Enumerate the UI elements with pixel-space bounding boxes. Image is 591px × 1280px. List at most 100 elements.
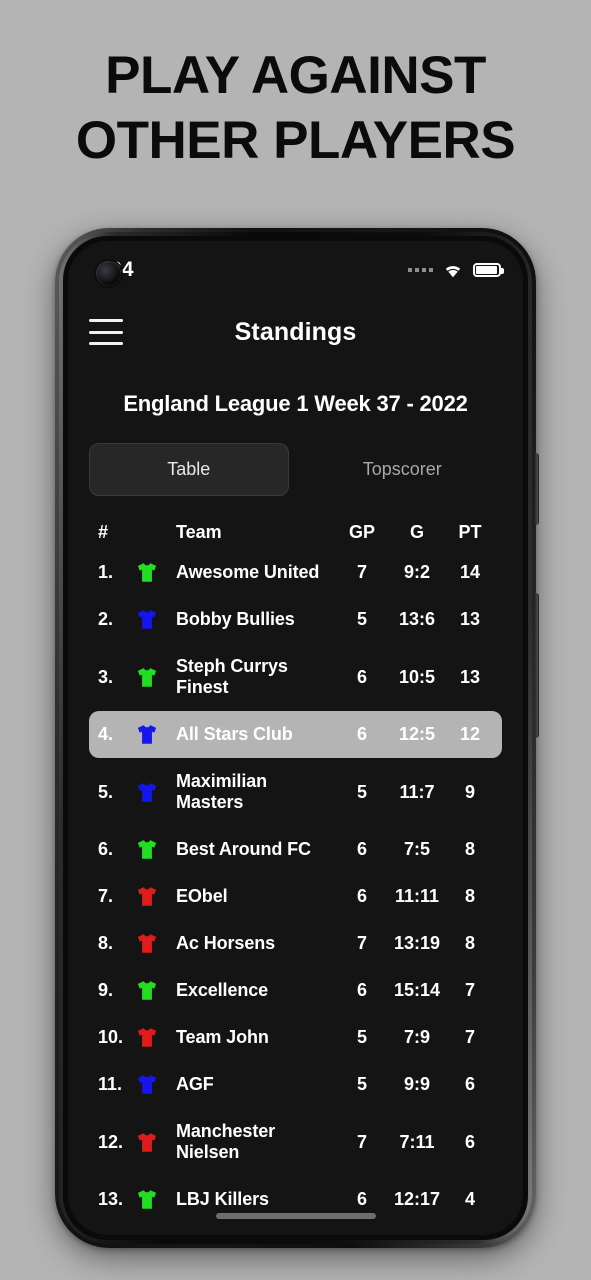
volume-button[interactable] [535, 453, 539, 525]
table-row[interactable]: 12. Manchester Nielsen 7 7:11 6 [89, 1108, 502, 1176]
phone-screen: .34 Standings England League 1 Week 3 [68, 241, 523, 1235]
promo-headline: PLAY AGAINST OTHER PLAYERS [0, 44, 591, 173]
row-goals: 11:11 [394, 886, 440, 906]
phone-device-frame: .34 Standings England League 1 Week 3 [55, 228, 539, 1248]
row-team-name: Steph Currys Finest [176, 656, 288, 697]
league-title: England League 1 Week 37 - 2022 [123, 391, 468, 416]
row-games-played: 5 [356, 609, 367, 629]
row-goals: 13:19 [393, 933, 441, 953]
row-games-played: 6 [356, 839, 367, 859]
header-rank: # [98, 522, 109, 542]
table-row[interactable]: 4. All Stars Club 6 12:5 12 [89, 711, 502, 758]
header-team: Team [176, 522, 222, 542]
app-nav-bar: Standings [68, 299, 523, 365]
row-goals: 7:5 [403, 839, 430, 859]
row-points: 13 [459, 609, 481, 629]
row-rank: 8. [98, 933, 114, 953]
table-row[interactable]: 9. Excellence 6 15:14 7 [89, 967, 502, 1014]
row-points: 6 [464, 1131, 475, 1152]
row-rank: 6. [98, 839, 114, 859]
row-rank: 9. [98, 980, 114, 1000]
row-points: 8 [464, 839, 475, 859]
row-goals: 11:7 [399, 781, 435, 802]
page-title: Standings [234, 317, 357, 346]
tab-table[interactable]: Table [89, 443, 289, 496]
row-points: 12 [459, 724, 481, 744]
row-team-name: Manchester Nielsen [176, 1121, 276, 1162]
row-team-name: Best Around FC [176, 839, 311, 859]
power-button[interactable] [535, 593, 539, 738]
row-games-played: 5 [356, 1074, 367, 1094]
jersey-icon [136, 886, 170, 907]
home-indicator[interactable] [215, 1213, 376, 1219]
row-team-name: Awesome United [176, 562, 320, 582]
table-row[interactable]: 5. Maximilian Masters 5 11:7 9 [89, 758, 502, 826]
row-team-name: Bobby Bullies [176, 609, 295, 629]
jersey-icon [136, 562, 170, 583]
row-goals: 12:17 [393, 1189, 441, 1209]
table-row[interactable]: 3. Steph Currys Finest 6 10:5 13 [89, 643, 502, 711]
table-row[interactable]: 1. Awesome United 7 9:2 14 [89, 549, 502, 596]
row-games-played: 5 [356, 781, 367, 802]
row-team-name: LBJ Killers [176, 1189, 269, 1209]
table-row[interactable]: 6. Best Around FC 6 7:5 8 [89, 826, 502, 873]
row-goals: 9:9 [403, 1074, 430, 1094]
status-indicators [408, 262, 504, 278]
row-rank: 3. [98, 666, 114, 687]
jersey-icon [136, 1074, 170, 1095]
row-games-played: 6 [356, 666, 367, 687]
row-team-name: Excellence [176, 980, 269, 1000]
jersey-icon [136, 667, 170, 688]
row-games-played: 6 [356, 724, 367, 744]
table-row[interactable]: 8. Ac Horsens 7 13:19 8 [89, 920, 502, 967]
row-rank: 12. [98, 1131, 124, 1152]
signal-dots-icon [408, 268, 433, 272]
header-games-played: GP [348, 522, 375, 542]
jersey-icon [136, 1189, 170, 1210]
jersey-icon [136, 1132, 170, 1153]
row-goals: 15:14 [393, 980, 441, 1000]
row-games-played: 5 [356, 1027, 367, 1047]
jersey-icon [136, 724, 170, 745]
table-row[interactable]: 11. AGF 5 9:9 6 [89, 1061, 502, 1108]
row-team-name: Maximilian Masters [176, 771, 268, 812]
row-team-name: EObel [176, 886, 228, 906]
row-goals: 7:9 [403, 1027, 430, 1047]
row-points: 8 [464, 933, 475, 953]
row-rank: 13. [98, 1189, 124, 1209]
row-goals: 13:6 [398, 609, 436, 629]
jersey-icon [136, 1027, 170, 1048]
jersey-icon [136, 609, 170, 630]
row-points: 8 [464, 886, 475, 906]
header-points: PT [458, 522, 482, 542]
row-games-played: 7 [356, 562, 367, 582]
row-goals: 9:2 [403, 562, 430, 582]
wifi-icon [445, 266, 461, 278]
row-goals: 7:11 [399, 1131, 435, 1152]
jersey-icon [136, 782, 170, 803]
table-row[interactable]: 2. Bobby Bullies 5 13:6 13 [89, 596, 502, 643]
row-rank: 4. [98, 724, 114, 744]
row-rank: 1. [98, 562, 114, 582]
table-row[interactable]: 14.Cheese Team711:204 [89, 1223, 502, 1235]
row-points: 7 [464, 980, 475, 1000]
row-points: 9 [464, 781, 475, 802]
tab-topscorer[interactable]: Topscorer [303, 443, 503, 496]
row-team-name: Ac Horsens [176, 933, 276, 953]
row-rank: 10. [98, 1027, 124, 1047]
promo-headline-line-1: PLAY AGAINST [105, 46, 486, 105]
row-goals: 12:5 [398, 724, 436, 744]
jersey-icon [136, 839, 170, 860]
row-rank: 7. [98, 886, 114, 906]
standings-table-body: 1. Awesome United 7 9:2 14 2. Bobby Bullies 5 13… [68, 549, 523, 1235]
hamburger-menu-icon[interactable] [89, 319, 123, 345]
row-points: 14 [459, 562, 481, 582]
promo-headline-line-2: OTHER PLAYERS [75, 110, 516, 170]
row-games-played: 6 [356, 1189, 367, 1209]
row-rank: 11. [98, 1074, 123, 1094]
table-row[interactable]: 7. EObel 6 11:11 8 [89, 873, 502, 920]
tab-bar: Table Topscorer [89, 443, 502, 496]
row-points: 4 [464, 1189, 475, 1209]
table-row[interactable]: 10. Team John 5 7:9 7 [89, 1014, 502, 1061]
row-team-name: Team John [176, 1027, 269, 1047]
